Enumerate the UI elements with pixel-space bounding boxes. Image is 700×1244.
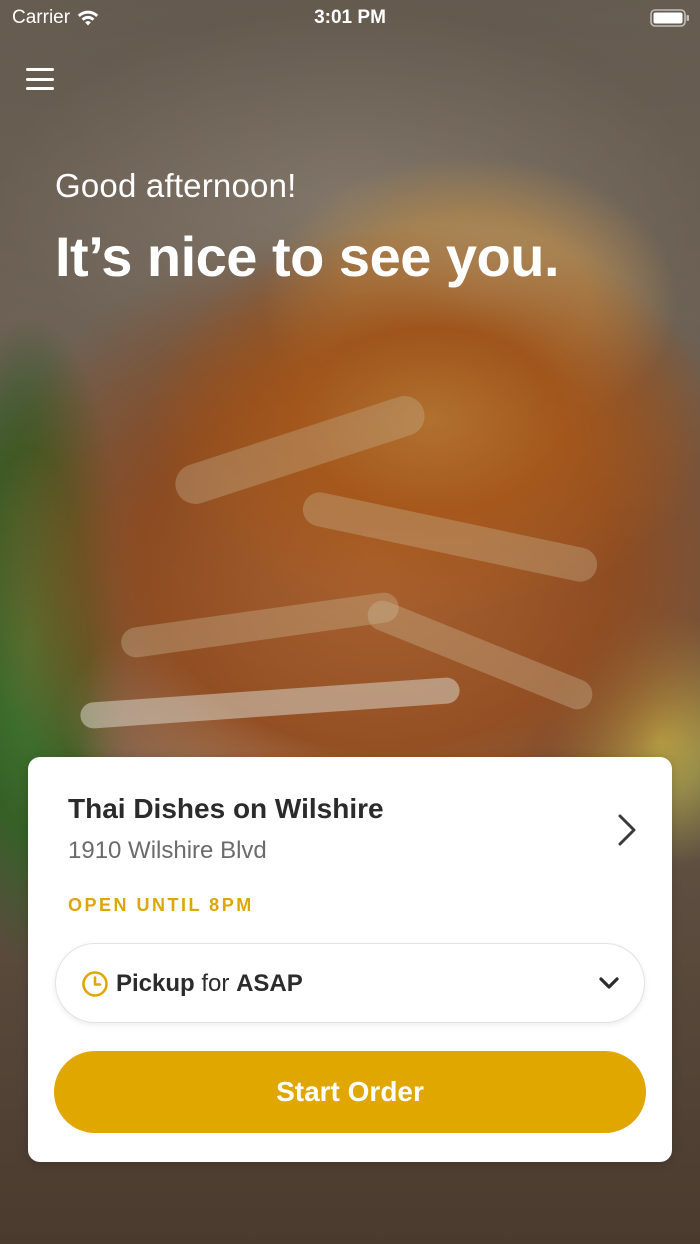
menu-line [26, 77, 54, 81]
order-method: Pickup [116, 970, 195, 997]
chevron-right-icon [618, 814, 636, 846]
store-hours-status: OPEN UNTIL 8PM [68, 895, 254, 915]
greeting-subtitle: Good afternoon! [55, 167, 297, 204]
menu-line [26, 87, 54, 90]
battery-icon [650, 9, 689, 27]
store-card: Thai Dishes on Wilshire 1910 Wilshire Bl… [28, 757, 672, 1162]
store-address: 1910 Wilshire Blvd [68, 837, 267, 864]
clock-icon [82, 971, 108, 997]
status-bar: Carrier 3:01 PM [0, 0, 700, 36]
store-details-row[interactable]: Thai Dishes on Wilshire 1910 Wilshire Bl… [68, 793, 638, 873]
order-time: ASAP [236, 970, 303, 997]
order-connector: for [201, 970, 230, 997]
hamburger-menu-icon[interactable] [26, 64, 56, 94]
order-mode-text: Pickup for ASAP [116, 970, 303, 998]
store-name: Thai Dishes on Wilshire [68, 793, 384, 824]
greeting-title: It’s nice to see you. [55, 225, 560, 288]
chevron-down-icon [599, 977, 619, 989]
start-order-button[interactable]: Start Order [54, 1051, 646, 1133]
order-mode-selector[interactable]: Pickup for ASAP [55, 943, 645, 1023]
status-time: 3:01 PM [314, 7, 386, 28]
menu-line [26, 68, 54, 71]
